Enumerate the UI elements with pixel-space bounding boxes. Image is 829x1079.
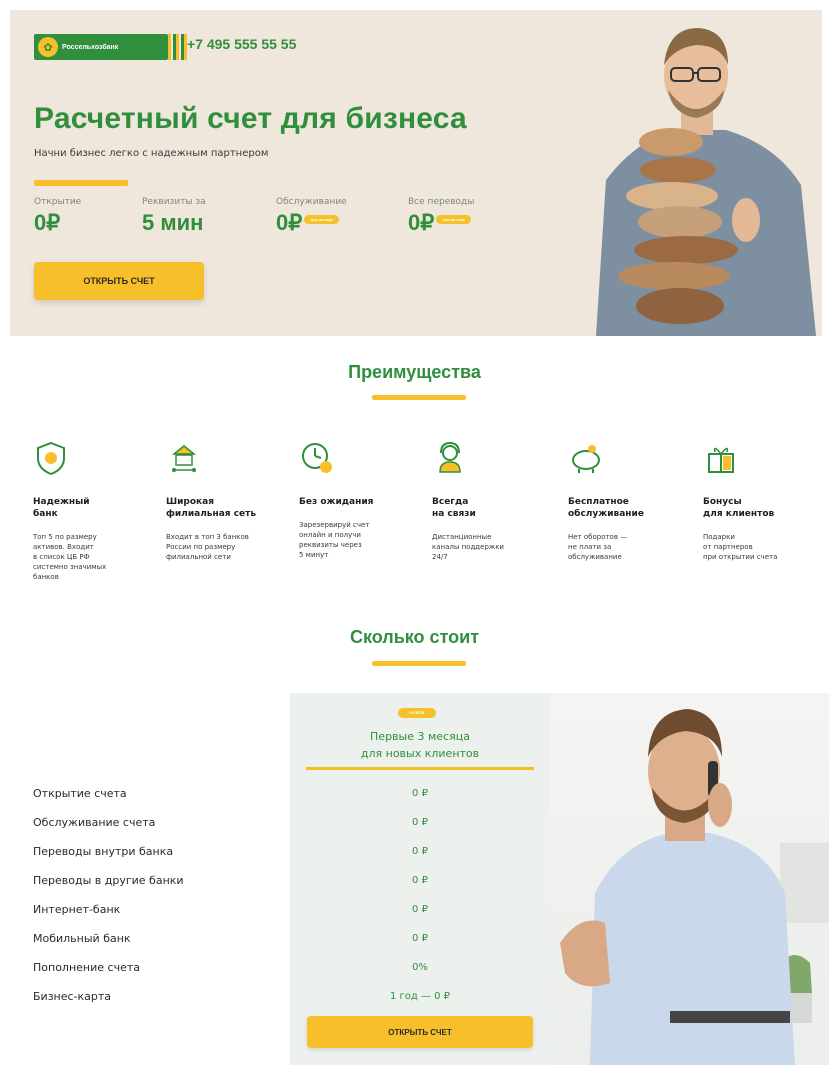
stat-opening: Открытие 0₽ [34, 197, 81, 236]
pricing-row-label: Обслуживание счета [33, 816, 156, 829]
pricing-column-title: Первые 3 месяца для новых клиентов [290, 728, 550, 762]
pricing-row-value: 1 год — 0 ₽ [389, 991, 451, 1002]
stat-value: 5 мин [142, 210, 204, 235]
pricing-row-value: 0 ₽ [412, 788, 428, 799]
advantage-text: Дистанционные каналы поддержки 24/7 [432, 533, 504, 561]
pricing-column-title-line2: для новых клиентов [360, 747, 480, 760]
advantage-title: Всегда на связи [432, 497, 476, 519]
advantage-text: Нет оборотов — не плати за обслуживание [568, 533, 628, 561]
open-account-button[interactable]: ОТКРЫТЬ СЧЕТ [34, 262, 204, 300]
advantages-title: Преимущества [348, 362, 481, 382]
piggy-bank-icon [572, 445, 600, 473]
advantage-bonuses: Бонусы для клиентов Подарки от партнеров… [703, 440, 823, 562]
stat-label: Все переводы [408, 197, 475, 207]
clock-icon [302, 443, 332, 473]
pricing-row-label: Пополнение счета [33, 961, 140, 974]
pricing-row-value: 0 ₽ [412, 904, 428, 915]
pricing-divider [306, 767, 534, 770]
pricing-row-value: 0 ₽ [412, 817, 428, 828]
stat-badge: три месяца [436, 214, 471, 224]
bank-network-icon [171, 445, 197, 472]
pricing-row-value: 0 ₽ [412, 875, 428, 886]
advantage-no-waiting: Без ожидания Зарезервируй счет онлайн и … [299, 440, 419, 560]
pricing-row-label: Переводы внутри банка [33, 845, 174, 858]
advantages-accent-bar [372, 395, 466, 400]
advantage-text: Топ 5 по размеру активов. Входит в списо… [33, 533, 107, 581]
man-on-phone-illustration [560, 709, 829, 1065]
advantage-title: Широкая филиальная сеть [166, 497, 257, 519]
new-badge: новое [398, 708, 436, 718]
advantage-title: Без ожидания [299, 497, 374, 507]
advantage-text: Входит в топ 3 банков России по размеру … [166, 533, 249, 561]
stat-service: Обслуживание 0₽ три месяца [276, 197, 347, 236]
gift-icon [708, 447, 734, 473]
pricing-row-label: Открытие счета [33, 787, 127, 800]
pricing-column-title-line1: Первые 3 месяца [370, 730, 470, 743]
stat-value: 0₽ три месяца [408, 210, 474, 236]
advantage-text: Зарезервируй счет онлайн и получи реквиз… [299, 521, 370, 559]
stat-label: Открытие [34, 197, 82, 207]
pricing-row-value: 0% [412, 962, 428, 973]
advantage-title: Надежный банк [33, 497, 90, 519]
pricing-row-label: Бизнес-карта [33, 990, 112, 1003]
pricing-accent-bar [372, 661, 466, 666]
stat-label: Реквизиты за [142, 197, 206, 207]
page-title: Расчетный счет для бизнеса [34, 102, 467, 135]
stat-label: Обслуживание [276, 197, 347, 207]
stat-value: 0₽ [34, 210, 61, 235]
pricing-row-label: Мобильный банк [33, 932, 131, 945]
advantage-reliable: Надежный банк Топ 5 по размеру активов. … [33, 440, 153, 582]
logo-text: Россельхозбанк [62, 43, 119, 51]
open-account-button-bottom[interactable]: ОТКРЫТЬ СЧЕТ [307, 1016, 533, 1048]
pricing-row-value: 0 ₽ [412, 846, 428, 857]
advantage-title: Бесплатное обслуживание [568, 497, 644, 519]
advantage-free-service: Бесплатное обслуживание Нет оборотов — н… [568, 440, 688, 562]
pricing-row-label: Переводы в другие банки [33, 874, 184, 887]
pricing-title: Сколько стоит [349, 627, 480, 647]
stat-transfers: Все переводы 0₽ три месяца [408, 197, 474, 236]
hero-accent-bar [34, 180, 128, 186]
logo-emblem-icon: ✿ [38, 37, 58, 57]
hero-banner: ✿ Россельхозбанк +7 495 555 55 55 Расчет… [10, 10, 822, 336]
advantage-text: Подарки от партнеров при открытии счета [703, 533, 778, 561]
stat-badge: три месяца [304, 214, 339, 224]
logo-stripes [168, 34, 188, 60]
advantage-network: Широкая филиальная сеть Входит в топ 3 б… [166, 440, 286, 562]
shield-icon [37, 441, 65, 476]
hero-subtitle: Начни бизнес легко с надежным партнером [34, 148, 269, 159]
support-headset-icon [439, 441, 461, 473]
pricing-row-label: Интернет-банк [33, 903, 121, 916]
advantage-support: Всегда на связи Дистанционные каналы под… [432, 440, 552, 562]
stat-value: 0₽ три месяца [276, 210, 347, 236]
phone-number[interactable]: +7 495 555 55 55 [187, 36, 296, 52]
advantage-title: Бонусы для клиентов [703, 497, 775, 519]
bank-logo[interactable]: ✿ Россельхозбанк [34, 34, 188, 60]
man-on-phone-photo [550, 693, 829, 1065]
stat-requisites: Реквизиты за 5 мин [142, 197, 206, 236]
man-with-bread-photo [576, 10, 822, 336]
pricing-row-value: 0 ₽ [412, 933, 428, 944]
